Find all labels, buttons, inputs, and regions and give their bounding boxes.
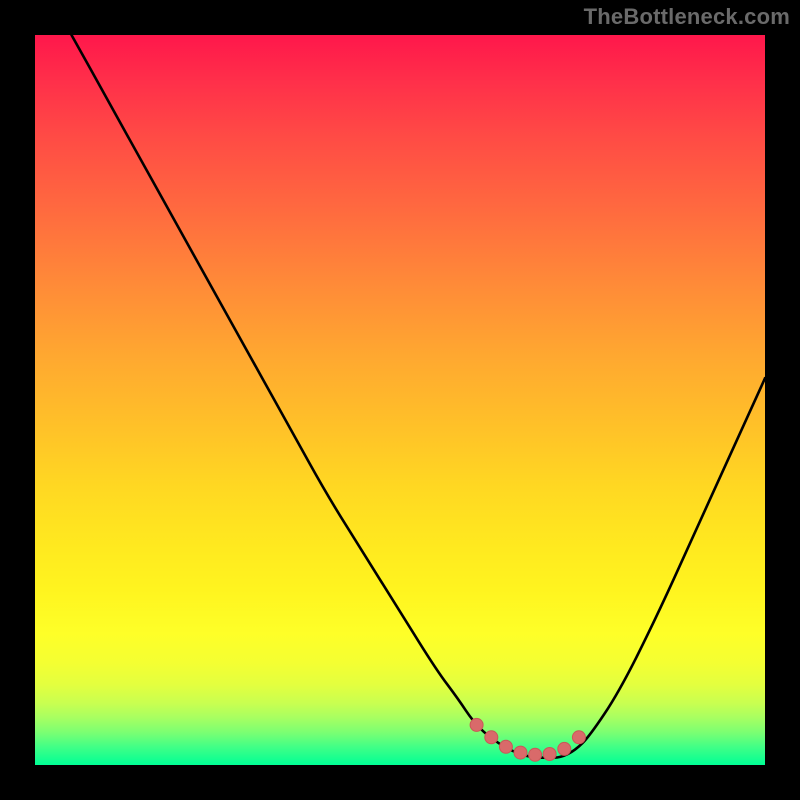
plot-area <box>35 35 765 765</box>
bottleneck-curve <box>72 35 766 758</box>
chart-svg <box>35 35 765 765</box>
watermark-text: TheBottleneck.com <box>584 4 790 30</box>
